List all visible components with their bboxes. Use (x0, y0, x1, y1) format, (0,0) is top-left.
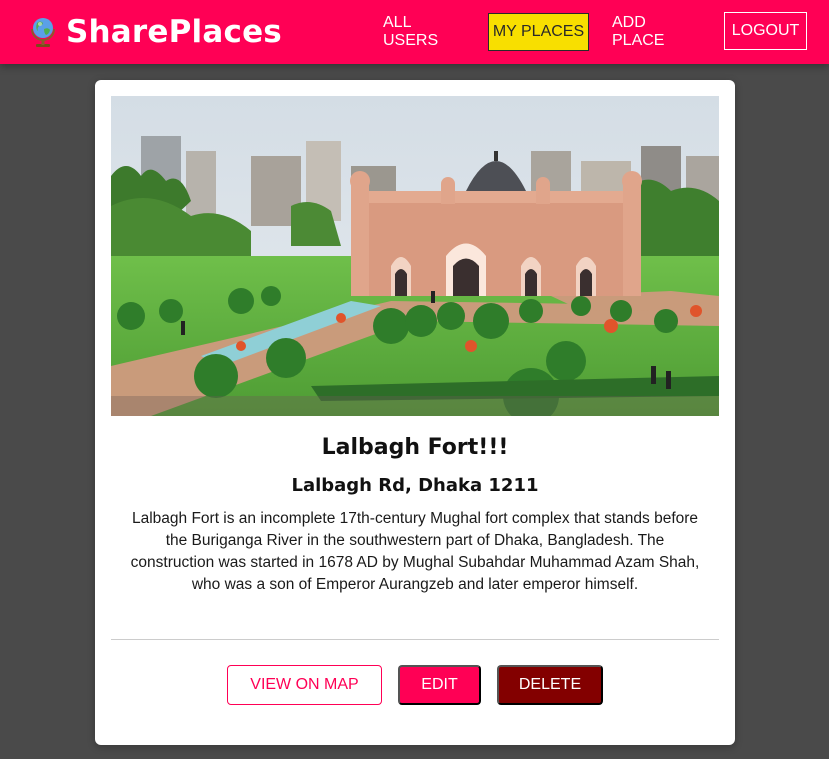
place-address: Lalbagh Rd, Dhaka 1211 (291, 475, 539, 496)
place-card: Lalbagh Fort!!! Lalbagh Rd, Dhaka 1211 L… (95, 80, 735, 745)
card-divider (111, 639, 719, 640)
globe-icon (28, 15, 58, 49)
place-image (111, 96, 719, 416)
nav-my-places[interactable]: MY PLACES (488, 13, 589, 51)
place-title: Lalbagh Fort!!! (321, 435, 509, 460)
delete-button[interactable]: DELETE (497, 665, 603, 705)
edit-button[interactable]: EDIT (398, 665, 481, 705)
nav-add-place[interactable]: ADD PLACE (612, 13, 700, 51)
brand[interactable]: SharePlaces (28, 14, 282, 50)
view-on-map-button[interactable]: VIEW ON MAP (227, 665, 382, 705)
place-description: Lalbagh Fort is an incomplete 17th-centu… (130, 510, 700, 593)
brand-title: SharePlaces (66, 14, 282, 50)
main-header: SharePlaces ALL USERS MY PLACES ADD PLAC… (0, 0, 829, 64)
nav-all-users[interactable]: ALL USERS (383, 13, 465, 51)
logout-button[interactable]: LOGOUT (724, 12, 807, 50)
